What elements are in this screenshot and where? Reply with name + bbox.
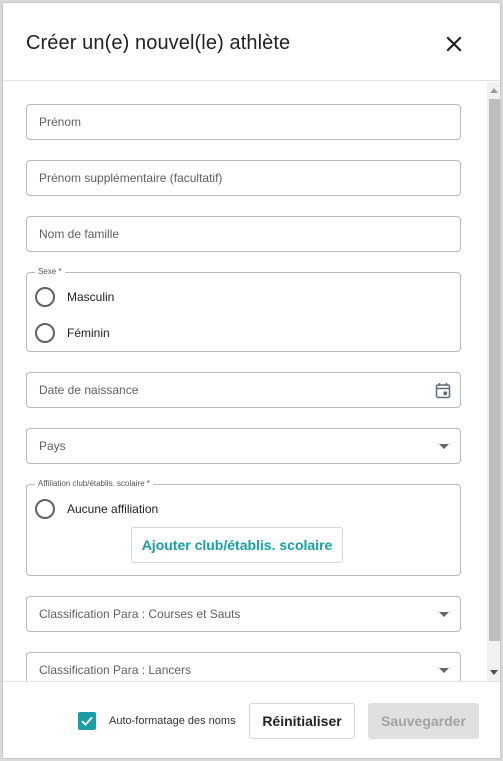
last-name-field[interactable]: Nom de famille xyxy=(26,216,461,252)
radio-no-affiliation[interactable] xyxy=(35,499,55,519)
affiliation-radio-group: Affiliation club/établis. scolaire * Auc… xyxy=(26,479,461,576)
country-select[interactable]: Pays xyxy=(26,428,461,464)
birthdate-field[interactable]: Date de naissance xyxy=(26,372,461,408)
dialog-header: Créer un(e) nouvel(le) athlète xyxy=(3,3,500,81)
dialog-title: Créer un(e) nouvel(le) athlète xyxy=(26,32,291,54)
radio-label-masculin[interactable]: Masculin xyxy=(67,290,114,304)
para-throws-select[interactable]: Classification Para : Lancers xyxy=(26,652,461,681)
content-scrollbar[interactable] xyxy=(487,82,500,681)
radio-feminin[interactable] xyxy=(35,323,55,343)
para-throws-placeholder: Classification Para : Lancers xyxy=(39,663,192,677)
scrollbar-thumb[interactable] xyxy=(489,99,500,641)
radio-label-feminin[interactable]: Féminin xyxy=(67,326,110,340)
save-button[interactable]: Sauvegarder xyxy=(368,703,479,739)
para-track-select[interactable]: Classification Para : Courses et Sauts xyxy=(26,596,461,632)
radio-label-no-affiliation[interactable]: Aucune affiliation xyxy=(67,502,158,516)
reset-button[interactable]: Réinitialiser xyxy=(249,703,355,739)
first-name-placeholder: Prénom xyxy=(39,115,82,129)
close-button[interactable] xyxy=(443,33,465,55)
last-name-placeholder: Nom de famille xyxy=(39,227,120,241)
dropdown-arrow-icon xyxy=(439,668,449,673)
para-track-placeholder: Classification Para : Courses et Sauts xyxy=(39,607,241,621)
dropdown-arrow-icon xyxy=(439,612,449,617)
dialog-footer: Auto-formatage des noms Réinitialiser Sa… xyxy=(3,681,500,758)
first-name-field[interactable]: Prénom xyxy=(26,104,461,140)
radio-masculin[interactable] xyxy=(35,287,55,307)
additional-name-field[interactable]: Prénom supplémentaire (facultatif) xyxy=(26,160,461,196)
sex-legend: Sexe * xyxy=(35,267,65,276)
dialog-content: Prénom Prénom supplémentaire (facultatif… xyxy=(3,82,487,681)
close-icon xyxy=(446,36,462,52)
additional-name-placeholder: Prénom supplémentaire (facultatif) xyxy=(39,171,223,185)
country-placeholder: Pays xyxy=(39,439,66,453)
checkmark-icon xyxy=(81,716,93,726)
add-club-school-button[interactable]: Ajouter club/établis. scolaire xyxy=(131,527,343,563)
auto-format-label[interactable]: Auto-formatage des noms xyxy=(109,715,236,727)
scroll-up-arrow-icon[interactable] xyxy=(490,88,498,93)
birthdate-placeholder: Date de naissance xyxy=(39,383,139,397)
sex-radio-group: Sexe * Masculin Féminin xyxy=(26,267,461,352)
calendar-icon[interactable] xyxy=(435,382,451,399)
scroll-down-arrow-icon[interactable] xyxy=(490,670,498,675)
auto-format-checkbox[interactable] xyxy=(78,712,96,730)
create-athlete-dialog: Créer un(e) nouvel(le) athlète Prénom Pr… xyxy=(2,2,501,759)
affiliation-legend: Affiliation club/établis. scolaire * xyxy=(35,479,153,488)
dropdown-arrow-icon xyxy=(439,444,449,449)
